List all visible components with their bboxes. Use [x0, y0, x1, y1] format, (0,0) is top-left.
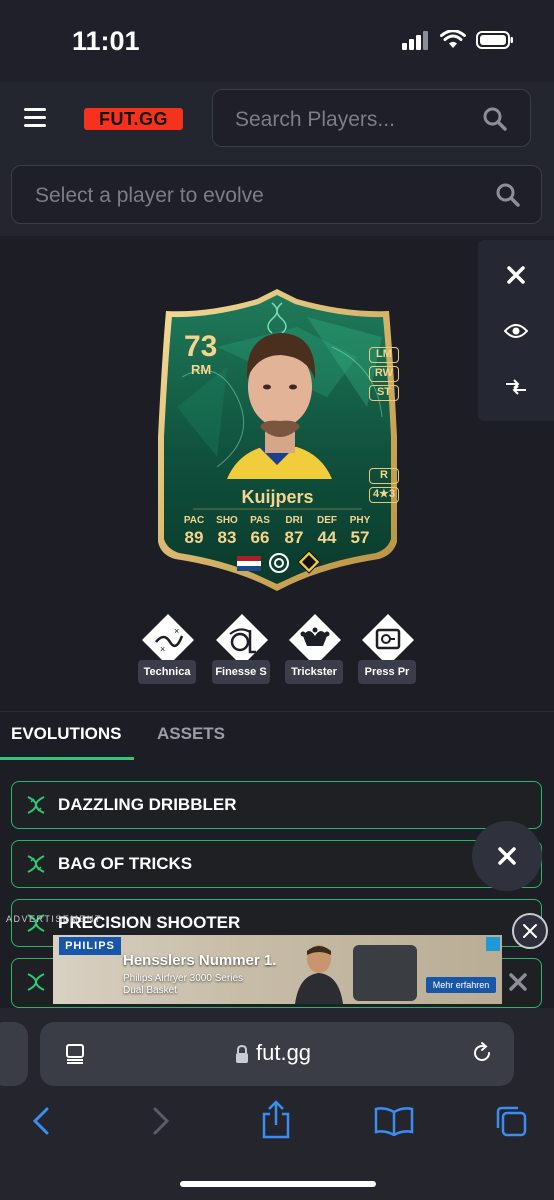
playstyle-label: Technica	[138, 660, 196, 684]
stat-pas: PAS 66	[250, 515, 270, 547]
share-icon[interactable]	[260, 1100, 292, 1140]
tab-assets[interactable]: ASSETS	[157, 724, 225, 744]
status-time: 11:01	[72, 26, 140, 56]
previous-tab-pill[interactable]	[0, 1022, 28, 1086]
compare-card-button[interactable]	[478, 362, 554, 412]
ad-subtitle: Philips Airfryer 3000 Series Dual Basket	[123, 973, 244, 996]
tab-evolutions[interactable]: EVOLUTIONS	[11, 724, 122, 744]
site-logo[interactable]: FUT.GG	[84, 108, 183, 130]
url-text: fut.gg	[256, 1040, 312, 1065]
tabs-icon[interactable]	[494, 1104, 528, 1138]
ad-title: Hensslers Nummer 1.	[123, 952, 277, 969]
status-bar: 11:01	[0, 0, 554, 82]
ad-brand: PHILIPS	[59, 937, 121, 955]
view-card-button[interactable]	[478, 306, 554, 356]
stat-def: DEF 44	[317, 515, 337, 547]
evolve-player-search-input[interactable]: Select a player to evolve	[11, 165, 542, 224]
cellular-signal-icon	[402, 31, 428, 50]
alt-position-badge: ST	[369, 385, 399, 401]
svg-text:×: ×	[174, 626, 179, 636]
alt-position-badge: RW	[369, 366, 399, 382]
stat-pac: PAC 89	[183, 515, 205, 547]
svg-text:×: ×	[160, 644, 165, 654]
stat-phy: PHY 57	[349, 515, 371, 547]
dna-icon	[27, 973, 45, 991]
home-indicator	[180, 1181, 376, 1187]
ad-airfryer-image	[353, 945, 417, 1001]
battery-icon	[476, 31, 513, 49]
stat-sho: SHO 83	[216, 515, 238, 547]
close-icon	[523, 924, 537, 938]
playstyle-label: Press Pr	[358, 660, 416, 684]
alt-position-badge: LM	[369, 347, 399, 363]
playstyle-technical[interactable]: × × Technica	[138, 612, 196, 684]
playstyle-finesse-shot[interactable]: Finesse S	[212, 612, 270, 684]
menu-icon[interactable]	[24, 108, 46, 128]
wifi-icon	[440, 30, 466, 48]
evolution-label: BAG OF TRICKS	[58, 854, 193, 873]
playstyle-label: Trickster	[285, 660, 343, 684]
back-icon[interactable]	[30, 1106, 52, 1136]
bookmarks-icon[interactable]	[374, 1106, 414, 1136]
playstyle-label: Finesse S	[212, 660, 270, 684]
dna-icon	[27, 855, 45, 873]
forward-icon[interactable]	[150, 1106, 172, 1136]
status-icons	[402, 30, 514, 50]
compress-arrows-icon	[506, 379, 526, 395]
floating-close-button[interactable]	[472, 821, 542, 891]
ad-close-button[interactable]	[512, 913, 548, 949]
card-rating: 73	[184, 330, 218, 363]
ad-banner[interactable]: PHILIPS Hensslers Nummer 1. Philips Airf…	[53, 935, 502, 1004]
eye-icon	[504, 324, 528, 338]
reader-icon[interactable]	[64, 1043, 86, 1065]
search-icon[interactable]	[482, 106, 508, 132]
evolution-item[interactable]: DAZZLING DRIBBLER	[11, 781, 542, 829]
preferred-foot-badge: R	[369, 468, 399, 484]
playstyle-press-proven[interactable]: Press Pr	[358, 612, 416, 684]
adchoices-icon[interactable]	[486, 937, 500, 951]
ad-cta-button[interactable]: Mehr erfahren	[426, 977, 496, 993]
close-icon[interactable]	[508, 972, 528, 992]
player-name: Kuijpers	[241, 487, 314, 507]
evolution-item[interactable]: BAG OF TRICKS	[11, 840, 542, 888]
card-position: RM	[191, 362, 212, 377]
player-search-placeholder: Search Players...	[235, 108, 395, 131]
reload-icon[interactable]	[470, 1041, 494, 1065]
stat-dri: DRI 87	[284, 515, 304, 547]
ad-chef-image	[295, 945, 343, 1004]
close-card-button[interactable]	[478, 250, 554, 300]
close-icon	[498, 847, 516, 865]
card-tools-panel	[478, 240, 554, 421]
lock-icon	[236, 1045, 248, 1063]
evolve-search-placeholder: Select a player to evolve	[35, 184, 264, 207]
player-search-input[interactable]: Search Players...	[212, 89, 531, 147]
search-icon[interactable]	[495, 182, 521, 208]
tabs-bar: EVOLUTIONS ASSETS	[0, 711, 554, 760]
active-tab-indicator	[0, 757, 134, 760]
advertisement-label: ADVERTISEMENT	[6, 914, 102, 924]
close-icon	[507, 266, 525, 284]
nation-flag-icon	[237, 556, 261, 571]
dna-icon	[27, 796, 45, 814]
playstyle-trickster[interactable]: Trickster	[285, 612, 343, 684]
evolution-label: DAZZLING DRIBBLER	[58, 795, 237, 814]
